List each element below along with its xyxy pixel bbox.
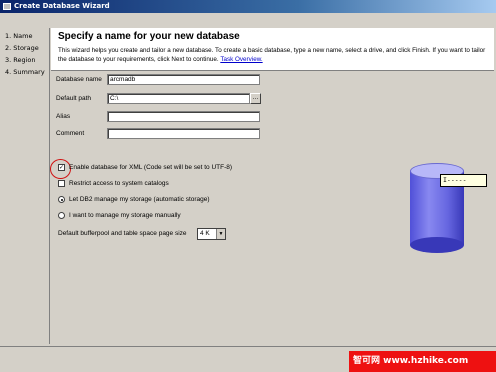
alias-label: Alias: [56, 113, 71, 120]
page-header: Specify a name for your new database Thi…: [51, 28, 494, 70]
step-name[interactable]: 1. Name: [5, 32, 32, 40]
manual-storage-label: I want to manage my storage manually: [69, 212, 181, 219]
comment-input[interactable]: [107, 128, 260, 139]
app-icon: [3, 3, 11, 10]
pagesize-select[interactable]: 4 K ▼: [197, 228, 226, 240]
comment-label: Comment: [56, 130, 85, 137]
tooltip: I-----: [440, 174, 487, 187]
wizard-step-list: 1. Name 2. Storage 3. Region 4. Summary: [2, 28, 50, 344]
auto-storage-label: Let DB2 manage my storage (automatic sto…: [69, 196, 210, 203]
database-name-input[interactable]: arcmadb: [107, 74, 260, 85]
browse-button[interactable]: ...: [250, 93, 261, 104]
restrict-checkbox[interactable]: [58, 180, 65, 187]
title-bar: Create Database Wizard: [0, 0, 496, 13]
step-region[interactable]: 3. Region: [5, 56, 36, 64]
page-description: This wizard helps you create and tailor …: [58, 47, 486, 64]
database-name-label: Database name: [56, 76, 102, 83]
chevron-down-icon[interactable]: ▼: [216, 229, 225, 239]
task-overview-link[interactable]: Task Overview.: [220, 56, 262, 63]
pagesize-value: 4 K: [200, 230, 210, 237]
alias-input[interactable]: [107, 111, 260, 122]
auto-storage-radio[interactable]: [58, 196, 65, 203]
step-summary[interactable]: 4. Summary: [5, 68, 45, 76]
page-title: Specify a name for your new database: [58, 31, 240, 42]
pagesize-label: Default bufferpool and table space page …: [58, 230, 187, 237]
window-title: Create Database Wizard: [14, 2, 110, 10]
xml-checkbox[interactable]: ✓: [58, 164, 65, 171]
watermark: 智可网 www.hzhike.com: [349, 351, 496, 372]
description-text: This wizard helps you create and tailor …: [58, 47, 486, 63]
default-path-input[interactable]: C:\: [107, 93, 250, 104]
default-path-label: Default path: [56, 95, 92, 102]
restrict-label: Restrict access to system catalogs: [69, 180, 169, 187]
xml-label: Enable database for XML (Code set will b…: [69, 164, 233, 171]
manual-storage-radio[interactable]: [58, 212, 65, 219]
step-storage[interactable]: 2. Storage: [5, 44, 39, 52]
